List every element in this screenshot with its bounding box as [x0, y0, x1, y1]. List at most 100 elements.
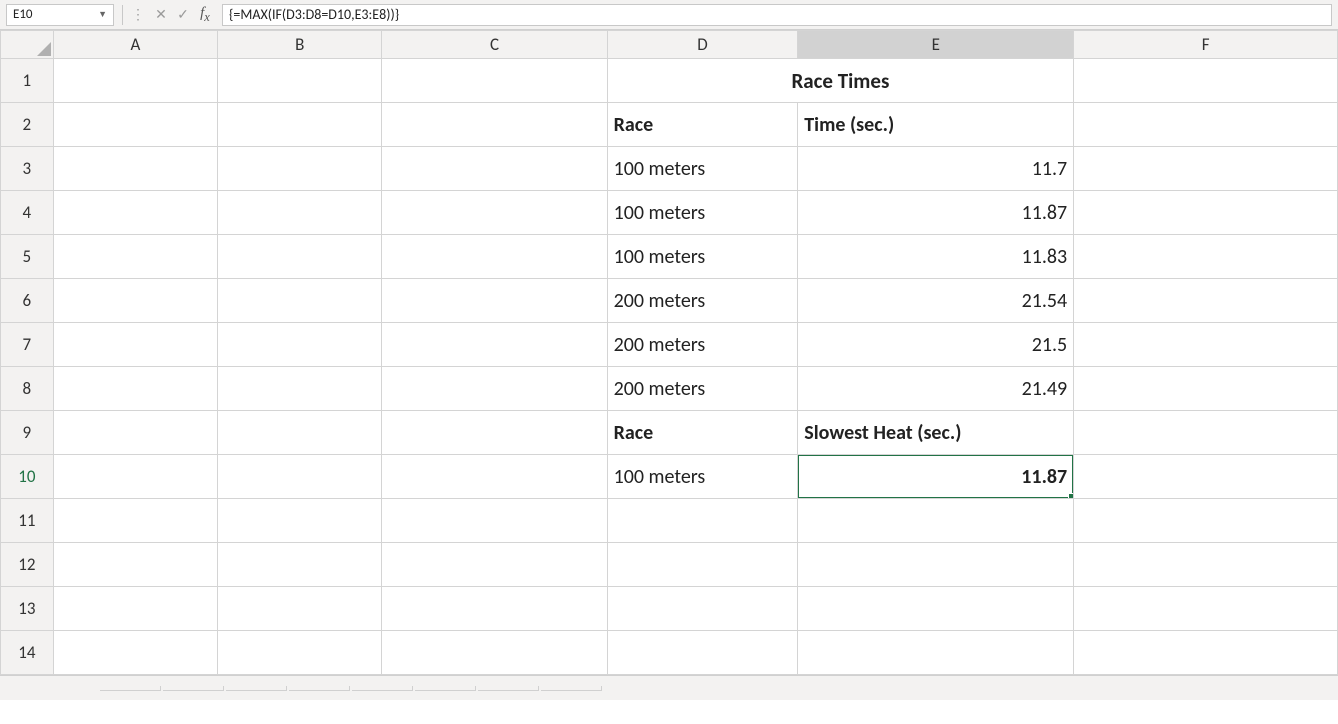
row-header-11[interactable]: 11 [1, 499, 54, 543]
cell-f2[interactable] [1074, 103, 1338, 147]
cell-a2[interactable] [53, 103, 217, 147]
sheet-tab[interactable] [100, 686, 161, 691]
row-header-4[interactable]: 4 [1, 191, 54, 235]
cell-f14[interactable] [1074, 631, 1338, 675]
cell-b13[interactable] [218, 587, 382, 631]
name-box[interactable]: E10 ▼ [6, 4, 114, 26]
cell-d13[interactable] [607, 587, 798, 631]
fill-handle[interactable] [1068, 493, 1074, 499]
cell-d9[interactable]: Race [607, 411, 798, 455]
sheet-tab[interactable] [541, 686, 602, 691]
cell-b9[interactable] [218, 411, 382, 455]
sheet-tab[interactable] [289, 686, 350, 691]
row-header-8[interactable]: 8 [1, 367, 54, 411]
cell-a10[interactable] [53, 455, 217, 499]
cell-a1[interactable] [53, 59, 217, 103]
cell-f6[interactable] [1074, 279, 1338, 323]
cell-d11[interactable] [607, 499, 798, 543]
col-header-a[interactable]: A [53, 31, 217, 59]
cell-d6[interactable]: 200 meters [607, 279, 798, 323]
sheet-tab[interactable] [478, 686, 539, 691]
cell-e11[interactable] [798, 499, 1074, 543]
cell-b10[interactable] [218, 455, 382, 499]
sheet-tab[interactable] [415, 686, 476, 691]
cell-b2[interactable] [218, 103, 382, 147]
enter-formula-button[interactable]: ✓ [172, 6, 194, 23]
cell-a7[interactable] [53, 323, 217, 367]
cell-f4[interactable] [1074, 191, 1338, 235]
cell-c5[interactable] [382, 235, 607, 279]
cell-d7[interactable]: 200 meters [607, 323, 798, 367]
cell-a12[interactable] [53, 543, 217, 587]
cell-c12[interactable] [382, 543, 607, 587]
spreadsheet-grid[interactable]: A B C D E F 1 Race Times 2 [0, 30, 1338, 675]
cell-b6[interactable] [218, 279, 382, 323]
cell-f12[interactable] [1074, 543, 1338, 587]
row-header-10[interactable]: 10 [1, 455, 54, 499]
cell-a9[interactable] [53, 411, 217, 455]
cell-a11[interactable] [53, 499, 217, 543]
col-header-b[interactable]: B [218, 31, 382, 59]
cell-d14[interactable] [607, 631, 798, 675]
cell-a8[interactable] [53, 367, 217, 411]
cell-a6[interactable] [53, 279, 217, 323]
sheet-tab[interactable] [352, 686, 413, 691]
cell-b11[interactable] [218, 499, 382, 543]
cell-d2[interactable]: Race [607, 103, 798, 147]
cell-f1[interactable] [1074, 59, 1338, 103]
sheet-tab[interactable] [226, 686, 287, 691]
cell-f11[interactable] [1074, 499, 1338, 543]
cell-e10[interactable]: 11.87 [798, 455, 1074, 499]
cell-c9[interactable] [382, 411, 607, 455]
row-header-2[interactable]: 2 [1, 103, 54, 147]
cell-b14[interactable] [218, 631, 382, 675]
cell-c7[interactable] [382, 323, 607, 367]
col-header-e[interactable]: E [798, 31, 1074, 59]
cell-c13[interactable] [382, 587, 607, 631]
cell-d4[interactable]: 100 meters [607, 191, 798, 235]
col-header-c[interactable]: C [382, 31, 607, 59]
cell-c6[interactable] [382, 279, 607, 323]
sheet-tab[interactable] [163, 686, 224, 691]
row-header-3[interactable]: 3 [1, 147, 54, 191]
formula-input[interactable]: {=MAX(IF(D3:D8=D10,E3:E8))} [222, 4, 1332, 26]
cell-c1[interactable] [382, 59, 607, 103]
cell-e13[interactable] [798, 587, 1074, 631]
chevron-down-icon[interactable]: ▼ [98, 9, 107, 20]
row-header-1[interactable]: 1 [1, 59, 54, 103]
cell-f3[interactable] [1074, 147, 1338, 191]
row-header-13[interactable]: 13 [1, 587, 54, 631]
cell-c10[interactable] [382, 455, 607, 499]
cell-e2[interactable]: Time (sec.) [798, 103, 1074, 147]
cell-c8[interactable] [382, 367, 607, 411]
cell-c14[interactable] [382, 631, 607, 675]
cell-d3[interactable]: 100 meters [607, 147, 798, 191]
cell-f9[interactable] [1074, 411, 1338, 455]
cell-e9[interactable]: Slowest Heat (sec.) [798, 411, 1074, 455]
cell-b7[interactable] [218, 323, 382, 367]
cell-c2[interactable] [382, 103, 607, 147]
row-header-9[interactable]: 9 [1, 411, 54, 455]
cell-e14[interactable] [798, 631, 1074, 675]
cell-a14[interactable] [53, 631, 217, 675]
cell-e8[interactable]: 21.49 [798, 367, 1074, 411]
cell-a5[interactable] [53, 235, 217, 279]
cell-a13[interactable] [53, 587, 217, 631]
row-header-6[interactable]: 6 [1, 279, 54, 323]
cell-f8[interactable] [1074, 367, 1338, 411]
cell-e5[interactable]: 11.83 [798, 235, 1074, 279]
cell-f10[interactable] [1074, 455, 1338, 499]
cell-b12[interactable] [218, 543, 382, 587]
cell-e12[interactable] [798, 543, 1074, 587]
cell-b1[interactable] [218, 59, 382, 103]
col-header-d[interactable]: D [607, 31, 798, 59]
cell-a3[interactable] [53, 147, 217, 191]
cell-b8[interactable] [218, 367, 382, 411]
cell-e6[interactable]: 21.54 [798, 279, 1074, 323]
row-header-14[interactable]: 14 [1, 631, 54, 675]
cell-e4[interactable]: 11.87 [798, 191, 1074, 235]
row-header-7[interactable]: 7 [1, 323, 54, 367]
fx-icon[interactable]: fx [194, 5, 216, 25]
cell-c3[interactable] [382, 147, 607, 191]
cell-d1-e1-merged[interactable]: Race Times [607, 59, 1074, 103]
